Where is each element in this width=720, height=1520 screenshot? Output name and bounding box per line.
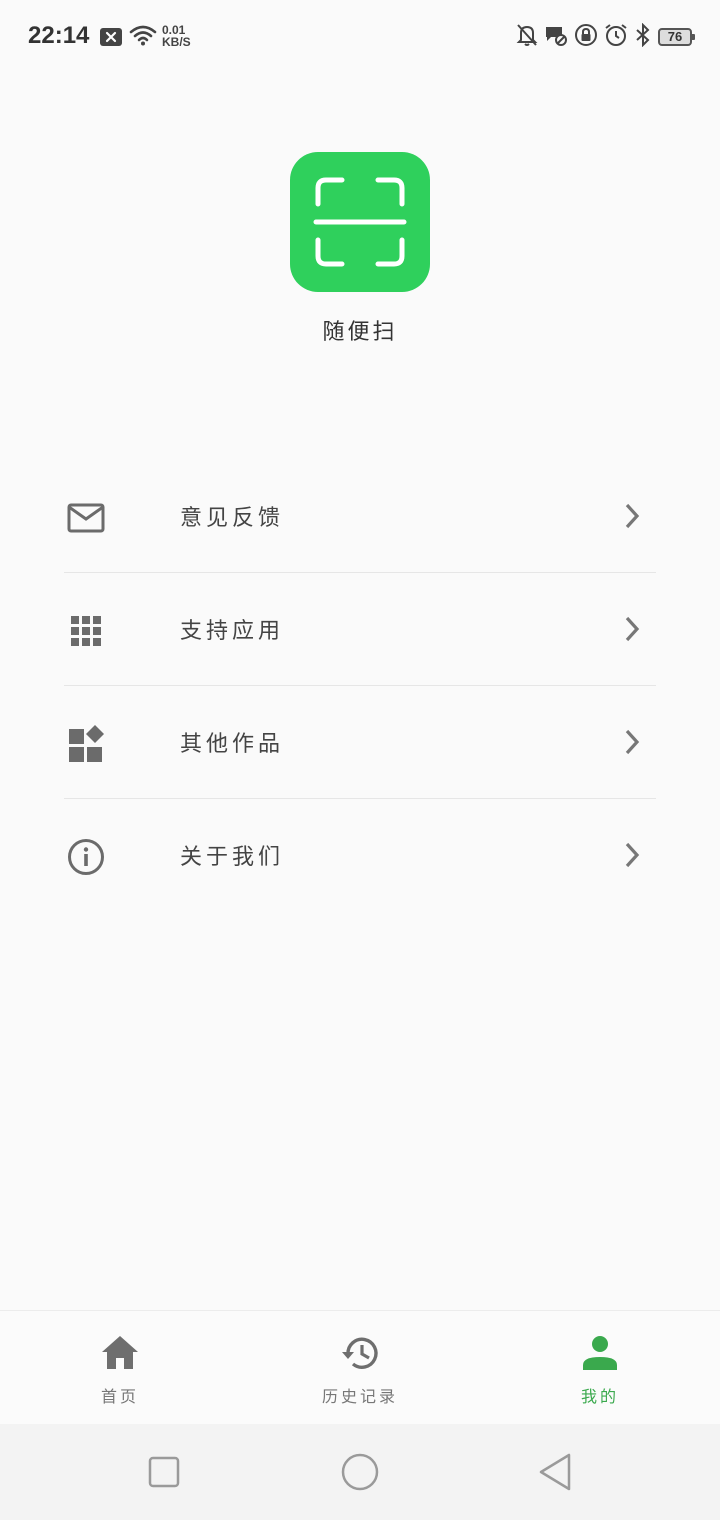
alarm-icon xyxy=(604,23,628,51)
menu-item-label: 关于我们 xyxy=(180,845,285,870)
chevron-right-icon xyxy=(622,502,642,530)
battery-icon: 76 xyxy=(658,28,695,46)
nav-tab-label: 历史记录 xyxy=(321,1387,398,1406)
app-logo xyxy=(290,152,430,292)
nav-tab-home[interactable]: 首页 xyxy=(0,1311,240,1425)
nav-tab-mine[interactable]: 我的 xyxy=(480,1311,720,1425)
menu-item-label: 支持应用 xyxy=(180,619,285,644)
screen: 22:14 0.01 KB/S 76 随便扫 意见反馈 支持应用 其他作品 关于… xyxy=(0,0,720,1520)
wifi-icon xyxy=(129,24,157,50)
apps-grid-icon xyxy=(66,611,106,651)
notification-x-icon xyxy=(100,28,122,46)
status-time: 22:14 xyxy=(28,22,90,49)
nav-tab-label: 我的 xyxy=(580,1387,619,1406)
back-triangle-icon[interactable] xyxy=(536,1452,576,1492)
chevron-right-icon xyxy=(622,615,642,643)
status-icons: 76 xyxy=(516,22,695,51)
message-blocked-icon xyxy=(544,23,568,51)
chevron-right-icon xyxy=(622,728,642,756)
home-circle-icon[interactable] xyxy=(340,1452,380,1492)
person-icon xyxy=(580,1333,620,1373)
lock-rotation-icon xyxy=(574,23,598,51)
nav-tab-history[interactable]: 历史记录 xyxy=(240,1311,480,1425)
chevron-right-icon xyxy=(622,841,642,869)
menu-item-about-us[interactable]: 关于我们 xyxy=(64,799,656,911)
net-speed: 0.01 KB/S xyxy=(162,24,191,48)
info-icon xyxy=(66,837,106,877)
bell-off-icon xyxy=(516,23,538,51)
menu-item-label: 其他作品 xyxy=(180,732,285,757)
history-icon xyxy=(340,1333,380,1373)
bottom-nav: 首页 历史记录 我的 xyxy=(0,1310,720,1425)
menu-item-label: 意见反馈 xyxy=(180,506,285,531)
menu-item-feedback[interactable]: 意见反馈 xyxy=(64,460,656,573)
settings-menu: 意见反馈 支持应用 其他作品 关于我们 xyxy=(64,460,656,911)
mail-icon xyxy=(66,498,106,538)
scan-frame-icon xyxy=(313,177,407,267)
home-icon xyxy=(100,1333,140,1373)
recents-square-icon[interactable] xyxy=(144,1452,184,1492)
net-speed-unit: KB/S xyxy=(162,35,191,49)
system-nav-bar xyxy=(0,1424,720,1520)
menu-item-support-apps[interactable]: 支持应用 xyxy=(64,573,656,686)
nav-tab-label: 首页 xyxy=(100,1387,139,1406)
status-bar: 22:14 0.01 KB/S 76 xyxy=(0,0,720,76)
menu-item-other-works[interactable]: 其他作品 xyxy=(64,686,656,799)
bluetooth-icon xyxy=(634,22,652,51)
app-name: 随便扫 xyxy=(322,320,398,345)
widgets-icon xyxy=(66,724,106,764)
